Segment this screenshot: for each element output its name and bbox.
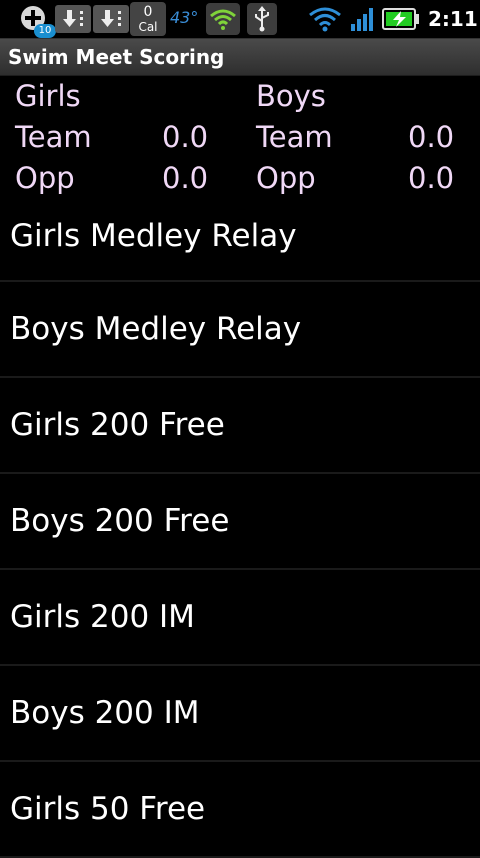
calendar-icon: 0 Cal xyxy=(130,2,166,36)
event-item-boys-200-im[interactable]: Boys 200 IM xyxy=(0,666,480,762)
calendar-label: Cal xyxy=(138,20,158,34)
boys-team-label: Team xyxy=(256,120,333,154)
boys-opp-score: 0.0 xyxy=(408,161,455,195)
event-item-girls-medley-relay[interactable]: Girls Medley Relay xyxy=(0,192,480,282)
girls-heading: Girls xyxy=(15,79,81,113)
girls-team-label: Team xyxy=(15,120,92,154)
boys-team-score: 0.0 xyxy=(408,120,455,154)
download-icon xyxy=(93,5,129,33)
boys-heading: Boys xyxy=(256,79,326,113)
girls-opp-label: Opp xyxy=(15,161,75,195)
boys-opp-label: Opp xyxy=(256,161,316,195)
signal-icon xyxy=(351,8,373,31)
battery-charging-icon xyxy=(382,8,419,30)
notification-count-badge: 10 xyxy=(34,24,56,38)
title-bar: Swim Meet Scoring xyxy=(0,39,480,76)
status-bar: 10 0 Cal 43° 2:11 xyxy=(0,0,480,39)
calendar-count: 0 xyxy=(143,4,153,20)
temperature-readout: 43° xyxy=(170,8,199,27)
wifi-icon xyxy=(309,7,341,32)
secure-shield-icon xyxy=(206,3,240,35)
event-item-boys-200-free[interactable]: Boys 200 Free xyxy=(0,474,480,570)
download-icon xyxy=(55,5,91,33)
app-title: Swim Meet Scoring xyxy=(8,45,225,69)
scoreboard: Girls Boys Team 0.0 Team 0.0 Opp 0.0 Opp… xyxy=(0,76,480,204)
clock: 2:11 xyxy=(428,7,478,31)
event-item-girls-200-im[interactable]: Girls 200 IM xyxy=(0,570,480,666)
girls-team-score: 0.0 xyxy=(162,120,209,154)
usb-icon xyxy=(247,3,277,35)
event-item-girls-200-free[interactable]: Girls 200 Free xyxy=(0,378,480,474)
girls-opp-score: 0.0 xyxy=(162,161,209,195)
event-item-boys-medley-relay[interactable]: Boys Medley Relay xyxy=(0,282,480,378)
event-item-girls-50-free[interactable]: Girls 50 Free xyxy=(0,762,480,858)
events-list: Girls Medley Relay Boys Medley Relay Gir… xyxy=(0,192,480,858)
